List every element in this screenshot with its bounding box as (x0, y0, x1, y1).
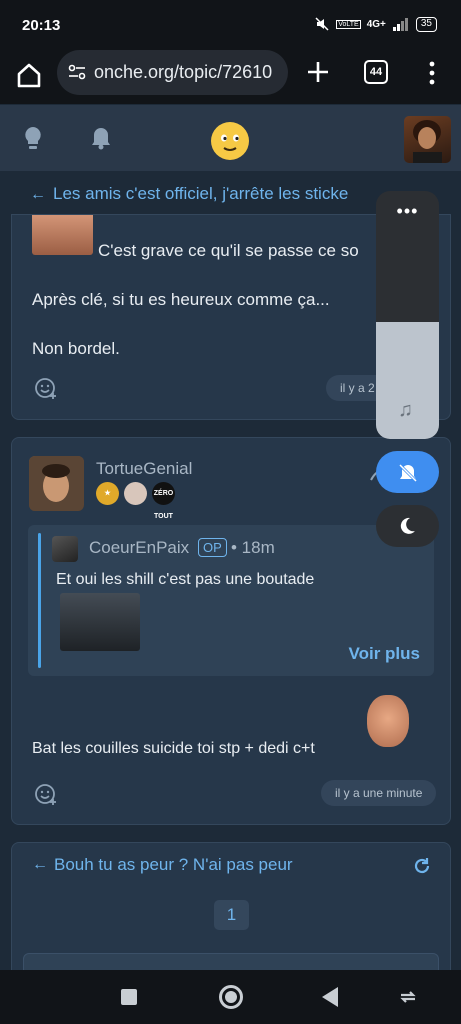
volte-icon: VoLTE (336, 19, 361, 29)
post-author-avatar[interactable] (29, 456, 84, 511)
volume-panel[interactable]: ••• ♫ (376, 191, 439, 439)
add-reaction-icon[interactable] (34, 782, 58, 806)
star-badge-icon: ★ (96, 482, 119, 505)
status-time: 20:13 (22, 17, 61, 34)
related-topic-title[interactable]: Bouh tu as peur ? N'ai pas peur (54, 855, 293, 875)
topic-title[interactable]: Les amis c'est officiel, j'arrête les st… (53, 184, 373, 204)
post-text-line: Non bordel. (32, 339, 120, 358)
url-text[interactable]: onche.org/topic/72610 (94, 62, 282, 83)
quote-text: Et oui les shill c'est pas une boutade (56, 571, 315, 588)
mute-toggle-button[interactable] (376, 451, 439, 493)
site-settings-icon[interactable] (67, 62, 87, 82)
bell-icon[interactable] (90, 125, 112, 151)
back-arrow-icon[interactable]: ← (30, 186, 46, 204)
quote-timestamp: • 18m (231, 538, 275, 557)
see-more-link[interactable]: Voir plus (349, 644, 420, 664)
quote-author-avatar[interactable] (52, 536, 78, 562)
add-reaction-icon[interactable] (34, 376, 58, 400)
tabs-icon[interactable]: 44 (364, 60, 388, 84)
zero-tout-badge-icon: ZÉRO TOUT (152, 482, 175, 520)
op-badge: OP (198, 538, 227, 557)
post-text-line: C'est grave ce qu'il se passe ce so (98, 241, 359, 260)
avatar-badge-icon (124, 482, 147, 505)
site-header (0, 105, 461, 171)
signal-icon (392, 18, 408, 31)
recents-button[interactable] (121, 989, 137, 1005)
bulb-icon[interactable] (22, 125, 44, 151)
more-options-icon[interactable]: ••• (376, 201, 439, 222)
browser-toolbar: onche.org/topic/72610 44 (0, 50, 461, 104)
back-button[interactable] (322, 987, 338, 1007)
post-timestamp: il y a une minute (321, 780, 437, 806)
smiley-logo-icon[interactable] (211, 122, 249, 160)
quote-bar (38, 533, 41, 668)
post-card: TortueGenial ★ ZÉRO TOUT CoeurEnPaix OP … (11, 437, 451, 825)
network-label: 4G+ (366, 18, 386, 30)
home-icon[interactable] (14, 60, 44, 90)
quote-author-name[interactable]: CoeurEnPaix (89, 538, 189, 558)
rotate-icon[interactable] (398, 987, 418, 1007)
post-text-line: Après clé, si tu es heureux comme ça... (32, 290, 330, 309)
bell-off-icon (398, 463, 418, 483)
sticker-image (367, 695, 409, 747)
plus-icon[interactable] (305, 59, 331, 85)
page-number-button[interactable]: 1 (214, 900, 249, 930)
quoted-message: CoeurEnPaix OP • 18m Et oui les shill c'… (28, 525, 434, 676)
refresh-icon[interactable] (413, 857, 431, 875)
sticker-image (32, 215, 93, 255)
quote-sticker-image (60, 593, 140, 651)
mute-icon (315, 17, 329, 31)
user-avatar[interactable] (404, 116, 451, 163)
dnd-toggle-button[interactable] (376, 505, 439, 547)
url-bar[interactable]: onche.org/topic/72610 (57, 50, 288, 95)
music-note-icon: ♫ (398, 399, 413, 421)
system-nav-bar (0, 970, 461, 1024)
battery-icon: 35 (415, 16, 437, 32)
status-icons: VoLTE 4G+ 35 (314, 16, 437, 32)
kebab-menu-icon[interactable] (424, 60, 440, 86)
related-topic-card: ← Bouh tu as peur ? N'ai pas peur 1 (11, 842, 451, 983)
home-button[interactable] (219, 985, 243, 1009)
back-arrow-icon[interactable]: ← (32, 856, 48, 874)
post-author-name[interactable]: TortueGenial (96, 459, 192, 479)
post-text: Bat les couilles suicide toi stp + dedi … (32, 740, 315, 757)
status-bar: 20:13 VoLTE 4G+ 35 (0, 0, 461, 50)
moon-icon (400, 517, 415, 534)
